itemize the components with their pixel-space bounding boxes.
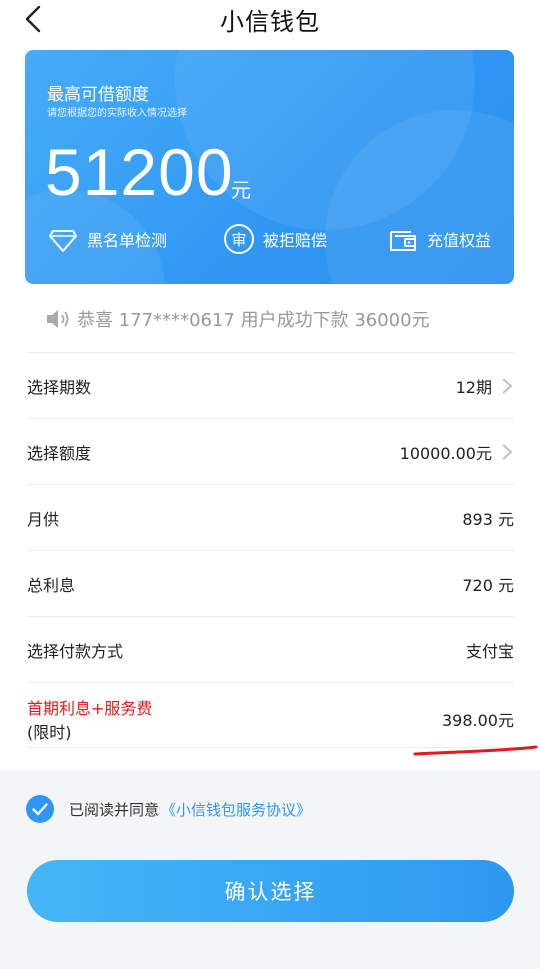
chevron-right-icon <box>502 377 513 394</box>
audit-badge-icon: 审 <box>224 224 254 254</box>
monthly-payment-row: 月供 893 元 <box>27 484 514 550</box>
limit-amount: 51200 <box>45 135 234 209</box>
term-selector-row[interactable]: 选择期数 12期 <box>27 352 514 418</box>
row-label: 选择期数 <box>27 377 92 397</box>
row-value: 12期 <box>456 374 514 398</box>
red-underline-mark <box>413 745 538 756</box>
limit-unit: 元 <box>231 178 251 202</box>
agreement: 已阅读并同意 《小信钱包服务协议》 <box>25 794 311 824</box>
total-interest-value: 720 元 <box>462 575 514 595</box>
wallet-page: 小信钱包 最高可借额度 请您根据您的实际收入情况选择 51200 元 黑名单检测… <box>0 0 540 969</box>
speaker-icon <box>47 310 69 328</box>
chevron-right-icon <box>502 443 513 460</box>
audit-badge-char: 审 <box>231 231 246 249</box>
wallet-icon <box>390 231 416 251</box>
row-label: 选择额度 <box>27 443 92 463</box>
checkmark-circle-icon[interactable] <box>25 794 55 824</box>
feature-label: 被拒赔偿 <box>263 231 328 250</box>
header: 小信钱包 <box>0 0 540 38</box>
service-agreement-link[interactable]: 《小信钱包服务协议》 <box>161 799 311 820</box>
page-title: 小信钱包 <box>220 8 320 36</box>
payment-method-value: 支付宝 <box>465 641 514 661</box>
fee-note: (限时) <box>27 723 72 742</box>
term-value: 12期 <box>455 377 492 397</box>
total-interest-row: 总利息 720 元 <box>27 550 514 616</box>
loan-notice: 恭喜 177****0617 用户成功下款 36000元 <box>45 306 430 332</box>
card-title: 最高可借额度 <box>47 85 149 105</box>
row-label: 选择付款方式 <box>27 641 124 661</box>
bottom-panel: 已阅读并同意 《小信钱包服务协议》 确认选择 <box>0 770 540 969</box>
feature-recharge-benefits[interactable]: 充值权益 <box>387 222 491 256</box>
first-period-fee-row: 首期利息+服务费 (限时) 398.00元 <box>27 682 514 748</box>
feature-label: 充值权益 <box>427 231 492 250</box>
amount-selector-row[interactable]: 选择额度 10000.00元 <box>27 418 514 484</box>
feature-label: 黑名单检测 <box>87 231 168 250</box>
notice-text: 恭喜 177****0617 用户成功下款 36000元 <box>77 310 430 331</box>
confirm-button[interactable]: 确认选择 <box>27 860 514 922</box>
diamond-icon <box>49 230 77 252</box>
monthly-payment-value: 893 元 <box>462 509 514 529</box>
fee-label: 首期利息+服务费 <box>27 699 153 718</box>
amount-value: 10000.00元 <box>399 443 492 463</box>
loan-options-list: 选择期数 12期 选择额度 10000.00元 月供 893 元 总利息 720… <box>27 352 514 748</box>
row-label: 月供 <box>27 509 60 529</box>
credit-limit-card: 最高可借额度 请您根据您的实际收入情况选择 51200 元 黑名单检测 审 被拒… <box>25 50 514 284</box>
agreement-text: 已阅读并同意 <box>69 800 160 819</box>
row-label: 总利息 <box>27 575 76 595</box>
row-value: 10000.00元 <box>400 440 514 464</box>
feature-blacklist-check[interactable]: 黑名单检测 <box>47 222 167 256</box>
feature-refusal-compensation[interactable]: 审 被拒赔偿 <box>223 222 327 256</box>
fee-value: 398.00元 <box>442 711 514 730</box>
card-subtitle: 请您根据您的实际收入情况选择 <box>47 108 187 119</box>
payment-method-row[interactable]: 选择付款方式 支付宝 <box>27 616 514 682</box>
